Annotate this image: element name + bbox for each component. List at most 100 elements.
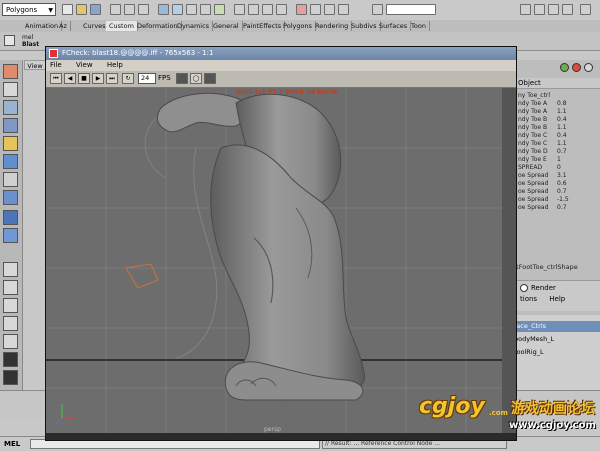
stop-icon[interactable]: ■ [78, 73, 90, 84]
rotate-tool-icon[interactable] [3, 136, 18, 151]
attribute-editor-icon[interactable] [534, 4, 545, 15]
command-input[interactable] [30, 439, 320, 449]
scale-tool-icon[interactable] [3, 154, 18, 169]
channel-icon[interactable] [560, 63, 569, 72]
menu-file[interactable]: File [50, 61, 62, 69]
channel-icon[interactable] [572, 63, 581, 72]
layout-two-icon[interactable] [3, 280, 18, 295]
channel-value[interactable]: 0.8 [557, 100, 567, 108]
snap-grid-icon[interactable] [234, 4, 245, 15]
layout-single-icon[interactable] [3, 228, 18, 243]
input-icon[interactable] [372, 4, 383, 15]
channel-label: ndy Toe C [518, 132, 548, 139]
channel-label: ndy Toe C [518, 140, 548, 147]
render-settings-icon[interactable] [338, 4, 349, 15]
ipr-render-icon[interactable] [324, 4, 335, 15]
layout-graph-icon[interactable] [3, 334, 18, 349]
layer-menu-help[interactable]: Help [549, 295, 565, 303]
layout-four-icon[interactable] [3, 262, 18, 277]
channel-icon[interactable] [584, 63, 593, 72]
snap-plane-icon[interactable] [276, 4, 287, 15]
layout-hypershade-icon[interactable] [3, 352, 18, 367]
shelf-tab[interactable]: Rendering [312, 21, 353, 31]
mask-icon[interactable] [172, 4, 183, 15]
soft-mod-icon[interactable] [3, 190, 18, 205]
channel-value[interactable]: 0.6 [557, 180, 567, 188]
select-object-icon[interactable] [124, 4, 135, 15]
channel-value[interactable]: 0.7 [557, 204, 567, 212]
zdepth-channel-icon[interactable] [204, 73, 216, 84]
snap-curve-icon[interactable] [248, 4, 259, 15]
lasso-tool-icon[interactable] [3, 82, 18, 97]
layout-render-icon[interactable] [3, 370, 18, 385]
mask-icon[interactable] [186, 4, 197, 15]
rewind-icon[interactable]: ⏮ [50, 73, 62, 84]
shelf-tab[interactable]: PaintEffects [240, 21, 286, 31]
menu-set-dropdown[interactable]: Polygons ▼ [2, 3, 56, 16]
shelf-tab[interactable]: General [210, 21, 243, 31]
panel-icon[interactable] [520, 4, 531, 15]
channel-value[interactable]: 1 [557, 156, 561, 164]
new-scene-icon[interactable] [62, 4, 73, 15]
shelf-tab[interactable]: Dynamics [174, 21, 214, 31]
channel-value[interactable]: 0.4 [557, 132, 567, 140]
channel-value[interactable]: 0.7 [557, 188, 567, 196]
menu-view[interactable]: View [76, 61, 93, 69]
loop-icon[interactable]: ↻ [122, 73, 134, 84]
mask-icon[interactable] [214, 4, 225, 15]
fcheck-viewport[interactable]: ascii.txt YT 1 MMA 24 MAYA persp [46, 88, 502, 433]
channel-value[interactable]: 1.1 [557, 108, 567, 116]
fast-forward-icon[interactable]: ⏭ [106, 73, 118, 84]
render-icon[interactable] [310, 4, 321, 15]
shelf-menu-icon[interactable] [4, 35, 15, 46]
channel-value[interactable]: -1.5 [557, 196, 569, 204]
command-result: // Result: ... Reference Control Node ..… [322, 439, 507, 449]
channel-value[interactable]: 0.4 [557, 116, 567, 124]
channel-value[interactable]: 0.7 [557, 148, 567, 156]
mini-mel-text: mel [22, 34, 34, 41]
layout-persp-icon[interactable] [3, 298, 18, 313]
mask-icon[interactable] [158, 4, 169, 15]
tool-settings-icon[interactable] [548, 4, 559, 15]
select-component-icon[interactable] [138, 4, 149, 15]
color-channel-icon[interactable] [176, 73, 188, 84]
channel-value[interactable]: 1.1 [557, 124, 567, 132]
layout-outliner-icon[interactable] [3, 316, 18, 331]
play-icon[interactable]: ▶ [92, 73, 104, 84]
fcheck-scrollbar[interactable] [502, 88, 516, 433]
last-tool-icon[interactable] [3, 210, 18, 225]
shelf-tab[interactable]: Polygons [280, 21, 316, 31]
fcheck-title-bar[interactable]: FCheck: blast18.@@@@.iff - 765x563 - 1:1 [46, 47, 516, 60]
select-hierarchy-icon[interactable] [110, 4, 121, 15]
channel-value[interactable]: 1.1 [557, 140, 567, 148]
panel-view-menu[interactable]: View [24, 60, 46, 70]
shelf-tab[interactable]: Az [56, 21, 71, 31]
channel-value[interactable]: 0 [557, 164, 561, 172]
channel-value[interactable]: 3.1 [557, 172, 567, 180]
site-watermark: cgjoy .com 游戏动画论坛 www.cgjoy.com [415, 390, 600, 440]
construction-history-icon[interactable] [296, 4, 307, 15]
move-tool-icon[interactable] [3, 118, 18, 133]
alpha-channel-icon[interactable]: ◯ [190, 73, 202, 84]
layout-icon[interactable] [580, 4, 591, 15]
menu-set-value: Polygons [6, 6, 38, 14]
menu-help[interactable]: Help [107, 61, 123, 69]
play-back-icon[interactable]: ◀ [64, 73, 76, 84]
fps-input[interactable]: 24 [138, 73, 156, 84]
mel-mini-label: mel Blast [22, 34, 39, 48]
paint-select-icon[interactable] [3, 100, 18, 115]
shelf-tab[interactable]: Surfaces [376, 21, 412, 31]
quick-select-field[interactable] [386, 4, 436, 15]
save-scene-icon[interactable] [90, 4, 101, 15]
manipulator-icon[interactable] [3, 172, 18, 187]
snap-point-icon[interactable] [262, 4, 273, 15]
open-scene-icon[interactable] [76, 4, 87, 15]
render-layer-radio[interactable]: Render [520, 284, 556, 292]
select-tool-icon[interactable] [3, 64, 18, 79]
shelf-tab[interactable]: Toon [408, 21, 430, 31]
chevron-down-icon: ▼ [48, 7, 53, 14]
layer-menu-options[interactable]: tions [520, 295, 537, 303]
mask-icon[interactable] [200, 4, 211, 15]
channel-box-icon[interactable] [562, 4, 573, 15]
shape-node-label: ftFootToe_ctrlShape [514, 263, 578, 271]
